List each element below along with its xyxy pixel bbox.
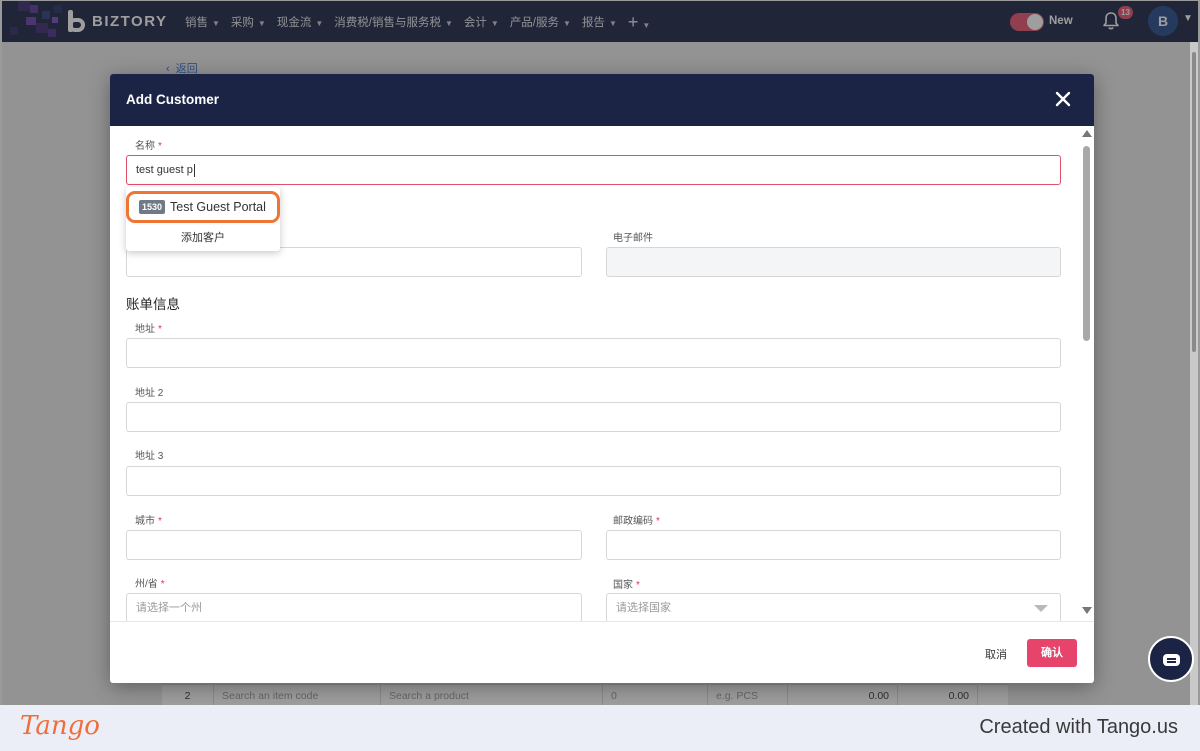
required-marker: * bbox=[158, 141, 162, 152]
close-icon[interactable] bbox=[1054, 90, 1072, 108]
customer-autocomplete: 1530 Test Guest Portal 添加客户 bbox=[126, 187, 280, 251]
country-select[interactable]: 请选择国家 bbox=[606, 593, 1061, 621]
email-field[interactable] bbox=[606, 247, 1061, 277]
country-label: 国家 * bbox=[613, 580, 640, 591]
required-marker: * bbox=[160, 579, 165, 590]
modal-scrollbar[interactable] bbox=[1080, 126, 1094, 621]
autocomplete-option[interactable]: 1530 Test Guest Portal bbox=[126, 191, 280, 223]
address2-input[interactable] bbox=[126, 402, 1061, 432]
modal-header: Add Customer bbox=[110, 74, 1094, 126]
confirm-button[interactable]: 确认 bbox=[1027, 639, 1077, 667]
required-marker: * bbox=[158, 516, 162, 527]
state-select[interactable]: 请选择一个州 bbox=[126, 593, 582, 621]
name-label: 名称 * bbox=[135, 141, 162, 152]
chat-icon bbox=[1163, 654, 1180, 666]
city-input[interactable] bbox=[126, 530, 582, 560]
address-label: 地址 * bbox=[135, 324, 162, 335]
tango-credit: Created with Tango.us bbox=[979, 716, 1178, 738]
page-scrollbar[interactable] bbox=[1190, 42, 1198, 705]
text-cursor bbox=[193, 163, 195, 177]
customer-option-name: Test Guest Portal bbox=[170, 200, 266, 214]
required-marker: * bbox=[636, 580, 640, 591]
customer-name-input[interactable]: test guest p bbox=[126, 155, 1061, 185]
address3-label: 地址 3 bbox=[135, 451, 164, 462]
billing-section-title: 账单信息 bbox=[126, 297, 180, 312]
address-input[interactable] bbox=[126, 338, 1061, 368]
modal-title: Add Customer bbox=[126, 92, 220, 107]
scroll-down-icon[interactable] bbox=[1082, 607, 1092, 614]
add-customer-option[interactable]: 添加客户 bbox=[126, 227, 280, 249]
address3-input[interactable] bbox=[126, 466, 1061, 496]
add-customer-modal: Add Customer 名称 * test guest p 电子邮件 账单信息 … bbox=[110, 74, 1094, 683]
modal-footer: 取消 确认 bbox=[110, 621, 1094, 683]
postcode-label: 邮政编码 * bbox=[613, 516, 660, 527]
customer-code-badge: 1530 bbox=[139, 200, 166, 214]
tango-footer: Tango Created with Tango.us bbox=[0, 705, 1200, 751]
scroll-up-icon[interactable] bbox=[1082, 130, 1092, 137]
address2-label: 地址 2 bbox=[135, 388, 164, 399]
postcode-input[interactable] bbox=[606, 530, 1061, 560]
contact-input[interactable] bbox=[126, 247, 582, 277]
modal-body: 名称 * test guest p 电子邮件 账单信息 地址 * 地址 2 地址 3… bbox=[110, 126, 1080, 621]
required-marker: * bbox=[656, 516, 660, 527]
state-label: 州/省 * bbox=[135, 579, 165, 590]
city-label: 城市 * bbox=[135, 516, 162, 527]
tango-logo: Tango bbox=[20, 711, 100, 741]
scroll-thumb[interactable] bbox=[1083, 146, 1090, 341]
app-window: BIZTORY 销售 ▼ 采购 ▼ 现金流 ▼ 消费税/销售与服务税 ▼ 会计 ▼ 产品/… bbox=[2, 1, 1198, 705]
required-marker: * bbox=[158, 324, 162, 335]
email-label: 电子邮件 bbox=[613, 233, 653, 244]
chat-widget-button[interactable] bbox=[1148, 636, 1194, 682]
cancel-button[interactable]: 取消 bbox=[985, 646, 1007, 662]
dropdown-arrow-icon bbox=[1034, 605, 1048, 612]
